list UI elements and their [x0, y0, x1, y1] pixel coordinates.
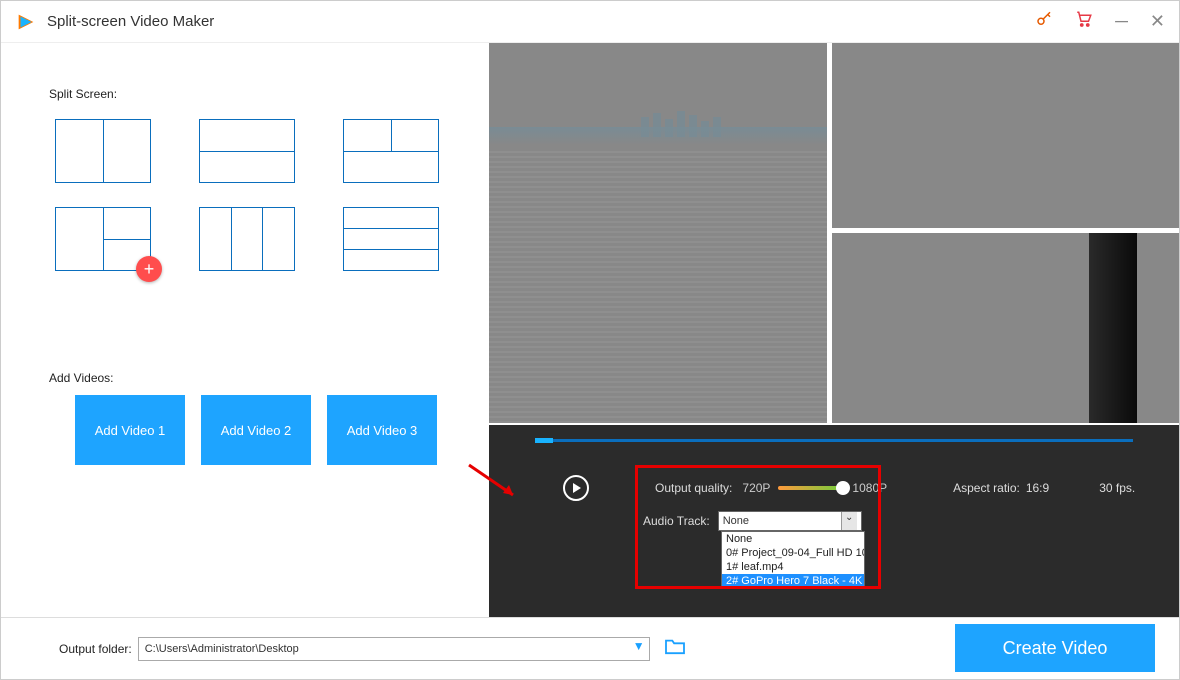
- output-folder-dropdown-icon[interactable]: ▼: [630, 639, 648, 659]
- controls-row-2: Audio Track: None ⌄: [643, 511, 862, 531]
- preview-clip-3[interactable]: [832, 233, 1179, 423]
- preview-area: [489, 43, 1179, 425]
- app-logo-icon: [15, 11, 37, 33]
- key-icon[interactable]: [1035, 10, 1053, 33]
- audio-option-3[interactable]: 2# GoPro Hero 7 Black - 4K sa: [722, 574, 864, 588]
- layout-3col[interactable]: [199, 207, 295, 271]
- left-panel: Split Screen: +: [1, 43, 489, 617]
- browse-folder-icon[interactable]: [664, 637, 686, 660]
- minimize-button[interactable]: ─: [1115, 11, 1128, 32]
- split-screen-label: Split Screen:: [49, 87, 467, 101]
- add-videos-label: Add Videos:: [49, 371, 467, 385]
- right-panel: Output quality: 720P 1080P Aspect ratio:…: [489, 43, 1179, 617]
- layout-grid: +: [55, 119, 467, 271]
- output-folder-label: Output folder:: [59, 642, 132, 656]
- app-title: Split-screen Video Maker: [47, 13, 1035, 30]
- add-video-1-button[interactable]: Add Video 1: [75, 395, 185, 465]
- chevron-down-icon: ⌄: [841, 512, 857, 530]
- quality-720p-label: 720P: [742, 481, 770, 495]
- audio-track-selected: None: [723, 515, 749, 527]
- output-quality-label: Output quality:: [655, 481, 732, 495]
- layout-top-split-bottom[interactable]: [343, 119, 439, 183]
- app-window: Split-screen Video Maker ─ ✕ Split Scree…: [0, 0, 1180, 680]
- layout-3row[interactable]: [343, 207, 439, 271]
- output-folder-input[interactable]: [138, 637, 650, 661]
- control-bar: Output quality: 720P 1080P Aspect ratio:…: [489, 425, 1179, 617]
- audio-option-1[interactable]: 0# Project_09-04_Full HD 108: [722, 546, 864, 560]
- close-button[interactable]: ✕: [1150, 11, 1165, 32]
- cart-icon[interactable]: [1075, 10, 1093, 33]
- quality-slider[interactable]: [778, 486, 844, 490]
- seek-bar[interactable]: [535, 439, 1133, 442]
- play-button[interactable]: [563, 475, 589, 501]
- content-area: Split Screen: +: [1, 43, 1179, 617]
- controls-row-1: Output quality: 720P 1080P Aspect ratio:…: [489, 475, 1179, 501]
- audio-track-select[interactable]: None ⌄: [718, 511, 862, 531]
- audio-option-2[interactable]: 1# leaf.mp4: [722, 560, 864, 574]
- aspect-ratio-value: 16:9: [1026, 481, 1049, 495]
- preview-clip-1[interactable]: [489, 43, 827, 423]
- title-bar: Split-screen Video Maker ─ ✕: [1, 1, 1179, 43]
- footer-bar: Output folder: ▼ Create Video: [1, 617, 1179, 679]
- output-folder-field-wrap: ▼: [138, 637, 650, 661]
- fps-value: 30 fps.: [1099, 481, 1135, 495]
- add-video-2-button[interactable]: Add Video 2: [201, 395, 311, 465]
- aspect-ratio-label: Aspect ratio:: [953, 481, 1020, 495]
- create-video-button[interactable]: Create Video: [955, 624, 1155, 672]
- audio-track-dropdown: None 0# Project_09-04_Full HD 108 1# lea…: [721, 531, 865, 589]
- layout-left-split-right[interactable]: +: [55, 207, 151, 271]
- add-video-buttons: Add Video 1 Add Video 2 Add Video 3: [75, 395, 467, 465]
- title-actions: ─ ✕: [1035, 10, 1165, 33]
- layout-2row[interactable]: [199, 119, 295, 183]
- audio-track-label: Audio Track:: [643, 514, 710, 528]
- audio-option-0[interactable]: None: [722, 532, 864, 546]
- preview-clip-2[interactable]: [832, 43, 1179, 228]
- layout-2col[interactable]: [55, 119, 151, 183]
- quality-1080p-label: 1080P: [852, 481, 887, 495]
- add-video-3-button[interactable]: Add Video 3: [327, 395, 437, 465]
- add-layout-icon[interactable]: +: [136, 256, 162, 282]
